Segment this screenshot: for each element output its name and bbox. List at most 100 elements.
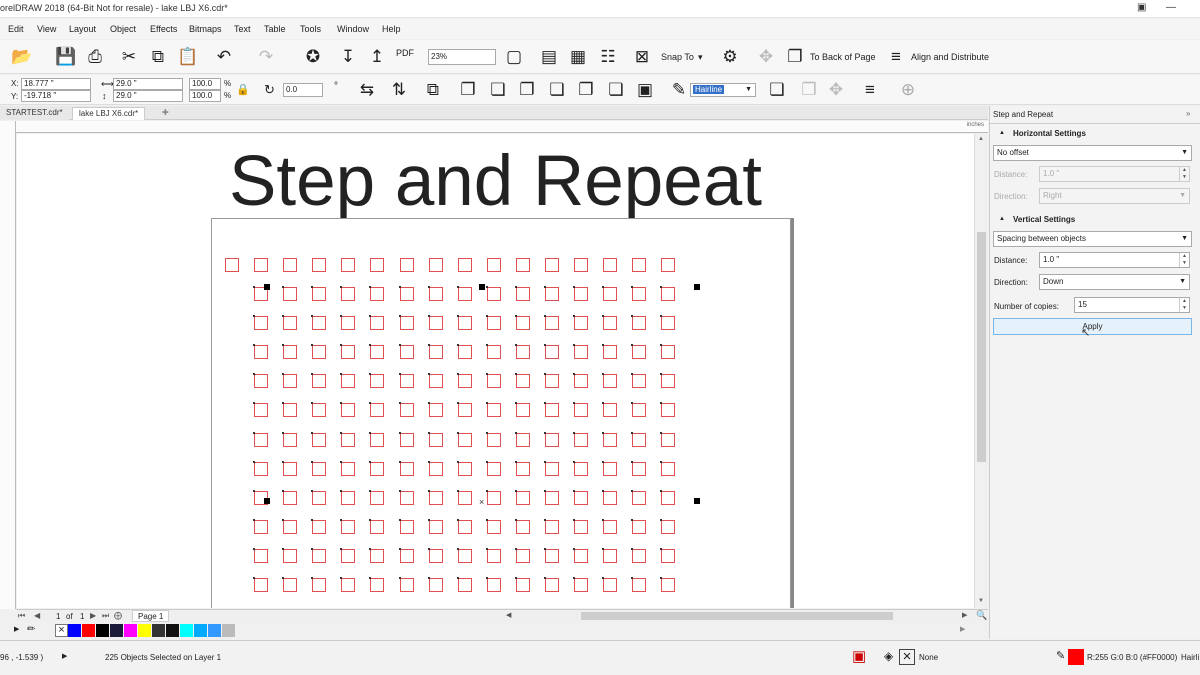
- vertical-direction-select[interactable]: Down ▼: [1039, 274, 1190, 290]
- guidelines-icon[interactable]: ☷: [596, 45, 620, 69]
- horizontal-collapse-icon[interactable]: ▲: [999, 130, 1005, 136]
- menu-effects[interactable]: Effects: [150, 24, 177, 34]
- minimize-icon[interactable]: —: [1166, 2, 1176, 13]
- repeat-square[interactable]: [341, 432, 356, 447]
- horizontal-ruler[interactable]: inches: [16, 121, 988, 133]
- color-swatch[interactable]: [194, 624, 207, 637]
- repeat-square[interactable]: [661, 432, 676, 447]
- repeat-square[interactable]: [341, 461, 356, 476]
- repeat-square[interactable]: [486, 548, 501, 563]
- repeat-square[interactable]: [370, 403, 385, 418]
- hscroll-right-icon[interactable]: ▶: [962, 611, 967, 619]
- repeat-square[interactable]: [515, 578, 530, 592]
- repeat-square[interactable]: [399, 316, 414, 331]
- snap-off-icon[interactable]: ⊠: [630, 45, 654, 69]
- color-swatch[interactable]: [166, 624, 179, 637]
- repeat-square[interactable]: [399, 578, 414, 592]
- selection-handle[interactable]: [264, 498, 270, 504]
- repeat-square[interactable]: [428, 432, 443, 447]
- repeat-square[interactable]: [545, 461, 559, 476]
- repeat-square[interactable]: [370, 490, 385, 505]
- repeat-square[interactable]: [515, 316, 530, 331]
- hscroll-left-icon[interactable]: ◀: [506, 611, 511, 619]
- repeat-square[interactable]: [545, 257, 559, 272]
- repeat-square[interactable]: [283, 345, 298, 360]
- repeat-square[interactable]: [603, 461, 618, 476]
- repeat-square[interactable]: [254, 432, 268, 447]
- scale-x-field[interactable]: 100.0: [189, 78, 221, 90]
- x-position-field[interactable]: 18.777 ": [21, 78, 91, 90]
- repeat-square[interactable]: [661, 490, 676, 505]
- palette-scroll-icon[interactable]: ▶: [960, 625, 965, 633]
- outline-pen-status-icon[interactable]: ✎: [1056, 649, 1065, 662]
- repeat-square[interactable]: [399, 519, 414, 534]
- repeat-square[interactable]: [312, 432, 327, 447]
- menu-text[interactable]: Text: [234, 24, 251, 34]
- zoom-full-page-icon[interactable]: ▢: [502, 45, 526, 69]
- repeat-square[interactable]: [486, 578, 501, 592]
- simplify-icon[interactable]: ❐: [574, 78, 598, 102]
- menu-help[interactable]: Help: [382, 24, 401, 34]
- repeat-square[interactable]: [312, 490, 327, 505]
- fill-none-swatch[interactable]: ×: [899, 649, 915, 665]
- repeat-square[interactable]: [457, 257, 472, 272]
- outline-width-dropdown[interactable]: Hairline ▼: [690, 83, 756, 97]
- weld-icon[interactable]: ❏: [486, 78, 510, 102]
- repeat-square[interactable]: [545, 403, 559, 418]
- repeat-square[interactable]: [399, 548, 414, 563]
- color-swatch[interactable]: [68, 624, 81, 637]
- repeat-square[interactable]: [574, 316, 589, 331]
- new-tab-icon[interactable]: ✚: [156, 107, 175, 120]
- open-icon[interactable]: 📂: [10, 45, 34, 69]
- next-page-icon[interactable]: ▶: [90, 611, 96, 620]
- repeat-square[interactable]: [515, 490, 530, 505]
- repeat-square[interactable]: [515, 519, 530, 534]
- combine-icon[interactable]: ❐: [456, 78, 480, 102]
- repeat-square[interactable]: [661, 287, 676, 301]
- color-swatch[interactable]: [124, 624, 137, 637]
- repeat-square[interactable]: [341, 345, 356, 360]
- save-icon[interactable]: 💾: [54, 45, 78, 69]
- repeat-square[interactable]: [545, 316, 559, 331]
- repeat-square[interactable]: [254, 578, 268, 592]
- menu-view[interactable]: View: [37, 24, 56, 34]
- palette-menu-icon[interactable]: ▶: [14, 625, 19, 633]
- color-swatch[interactable]: [180, 624, 193, 637]
- restore-icon[interactable]: ▣: [1137, 2, 1146, 13]
- repeat-square[interactable]: [312, 287, 327, 301]
- repeat-square[interactable]: [399, 490, 414, 505]
- repeat-square[interactable]: [428, 374, 443, 389]
- scroll-down-icon[interactable]: ▼: [978, 598, 984, 604]
- repeat-square[interactable]: [399, 403, 414, 418]
- repeat-square[interactable]: [574, 432, 589, 447]
- repeat-square[interactable]: [545, 287, 559, 301]
- repeat-square[interactable]: [603, 345, 618, 360]
- repeat-square[interactable]: [661, 345, 676, 360]
- repeat-square[interactable]: [341, 374, 356, 389]
- repeat-square[interactable]: [312, 345, 327, 360]
- color-swatch[interactable]: [222, 624, 235, 637]
- repeat-square[interactable]: [632, 578, 647, 592]
- repeat-square[interactable]: [370, 345, 385, 360]
- lock-ratio-icon[interactable]: 🔒: [236, 83, 250, 96]
- snap-to-dropdown[interactable]: Snap To: [661, 52, 694, 62]
- repeat-square[interactable]: [661, 461, 676, 476]
- zoom-level-field[interactable]: 23%: [428, 49, 496, 65]
- repeat-square[interactable]: [603, 432, 618, 447]
- repeat-square[interactable]: [632, 432, 647, 447]
- color-swatch[interactable]: [152, 624, 165, 637]
- repeat-square[interactable]: [661, 519, 676, 534]
- repeat-square[interactable]: [457, 345, 472, 360]
- publish-pdf-button[interactable]: PDF: [396, 48, 414, 58]
- repeat-square[interactable]: [283, 432, 298, 447]
- repeat-square[interactable]: [341, 548, 356, 563]
- cut-icon[interactable]: ✂: [117, 45, 141, 69]
- horizontal-mode-select[interactable]: No offset ▼: [993, 145, 1192, 161]
- repeat-square[interactable]: [545, 548, 559, 563]
- repeat-square[interactable]: [545, 345, 559, 360]
- copies-spinner-icon[interactable]: ▲ ▼: [1179, 298, 1189, 312]
- menu-layout[interactable]: Layout: [69, 24, 96, 34]
- first-page-icon[interactable]: ⏮: [18, 611, 25, 621]
- outline-pen-icon[interactable]: ✎: [667, 78, 691, 102]
- break-apart-icon[interactable]: ✥: [824, 78, 848, 102]
